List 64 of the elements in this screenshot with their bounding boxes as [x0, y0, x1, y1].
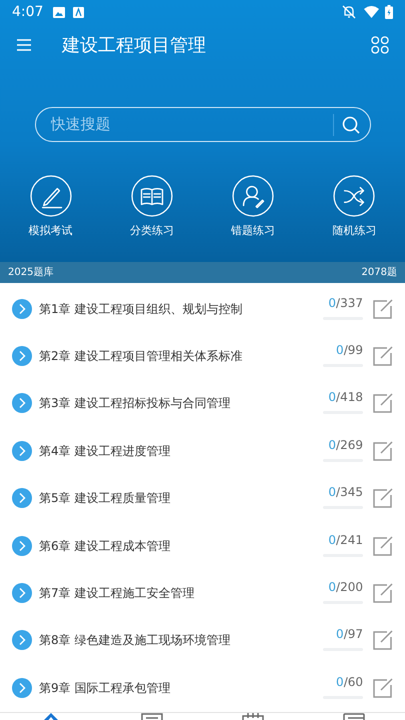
chevron-right-icon[interactable] [12, 440, 32, 461]
edit-icon[interactable] [373, 630, 393, 650]
edit-icon[interactable] [373, 298, 393, 319]
chevron-right-icon[interactable] [12, 393, 32, 414]
app-title: 建设工程项目管理 [62, 34, 206, 58]
menu-icon[interactable] [16, 39, 32, 51]
action-label[interactable]: 分类练习 [130, 223, 174, 240]
done-count: 0 [336, 674, 344, 691]
chevron-right-icon[interactable] [12, 346, 32, 366]
total-count: /345 [336, 484, 363, 502]
chevron-right-icon[interactable] [12, 536, 32, 556]
chapter-title[interactable]: 第9章 国际工程承包管理 [39, 678, 319, 697]
total-count: /97 [344, 626, 363, 644]
done-count: 0 [336, 626, 344, 644]
total-count: /418 [336, 389, 363, 406]
done-count: 0 [328, 484, 336, 502]
chevron-right-icon[interactable] [12, 583, 32, 604]
chevron-right-icon[interactable] [12, 488, 32, 508]
done-count: 0 [328, 532, 336, 549]
user-edit-icon [232, 175, 274, 217]
search-icon[interactable] [342, 116, 360, 134]
grid-icon[interactable] [371, 36, 389, 54]
edit-icon[interactable] [373, 346, 393, 366]
pencil-icon [30, 175, 72, 217]
chapter-title[interactable]: 第3章 建设工程招标投标与合同管理 [39, 394, 319, 412]
done-count: 0 [328, 389, 336, 406]
chapter-title[interactable]: 第8章 绿色建造及施工现场环境管理 [39, 631, 319, 650]
action-label[interactable]: 模拟考试 [28, 223, 73, 240]
edit-icon[interactable] [373, 583, 393, 604]
total-count: /60 [344, 674, 363, 691]
total-count: /337 [336, 294, 363, 312]
edit-icon[interactable] [373, 488, 393, 508]
chapter-title[interactable]: 第5章 建设工程质量管理 [39, 489, 319, 508]
edit-icon[interactable] [373, 440, 393, 461]
total-count: /99 [344, 342, 363, 360]
chapter-title[interactable]: 第7章 建设工程施工安全管理 [39, 584, 319, 602]
question-count: 2078题 [362, 266, 397, 280]
done-count: 0 [328, 579, 336, 596]
chevron-right-icon[interactable] [12, 630, 32, 650]
book-icon [130, 175, 173, 217]
done-count: 0 [336, 342, 344, 360]
chapter-title[interactable]: 第1章 建设工程项目组织、规划与控制 [39, 300, 319, 318]
status-time: 4:07 [12, 2, 44, 22]
shuffle-icon [333, 175, 376, 217]
action-label[interactable]: 随机练习 [332, 223, 376, 240]
chevron-right-icon[interactable] [12, 678, 32, 698]
chevron-right-icon[interactable] [12, 298, 32, 319]
wifi-icon [364, 6, 379, 18]
image-icon [53, 6, 66, 18]
action-label[interactable]: 错题练习 [231, 223, 276, 240]
chapter-title[interactable]: 第2章 建设工程项目管理相关体系标准 [39, 347, 319, 366]
bell-off-icon [342, 5, 356, 19]
edit-icon[interactable] [373, 393, 393, 414]
total-count: /200 [336, 579, 363, 596]
total-count: /241 [336, 532, 363, 549]
edit-icon[interactable] [373, 678, 393, 698]
bank-name: 2025题库 [8, 266, 54, 280]
done-count: 0 [328, 294, 336, 312]
chapter-title[interactable]: 第6章 建设工程成本管理 [39, 536, 319, 555]
edit-icon[interactable] [373, 536, 393, 556]
total-count: /269 [336, 436, 363, 454]
chapter-title[interactable]: 第4章 建设工程进度管理 [39, 442, 319, 460]
done-count: 0 [328, 436, 336, 454]
battery-icon [385, 5, 393, 19]
